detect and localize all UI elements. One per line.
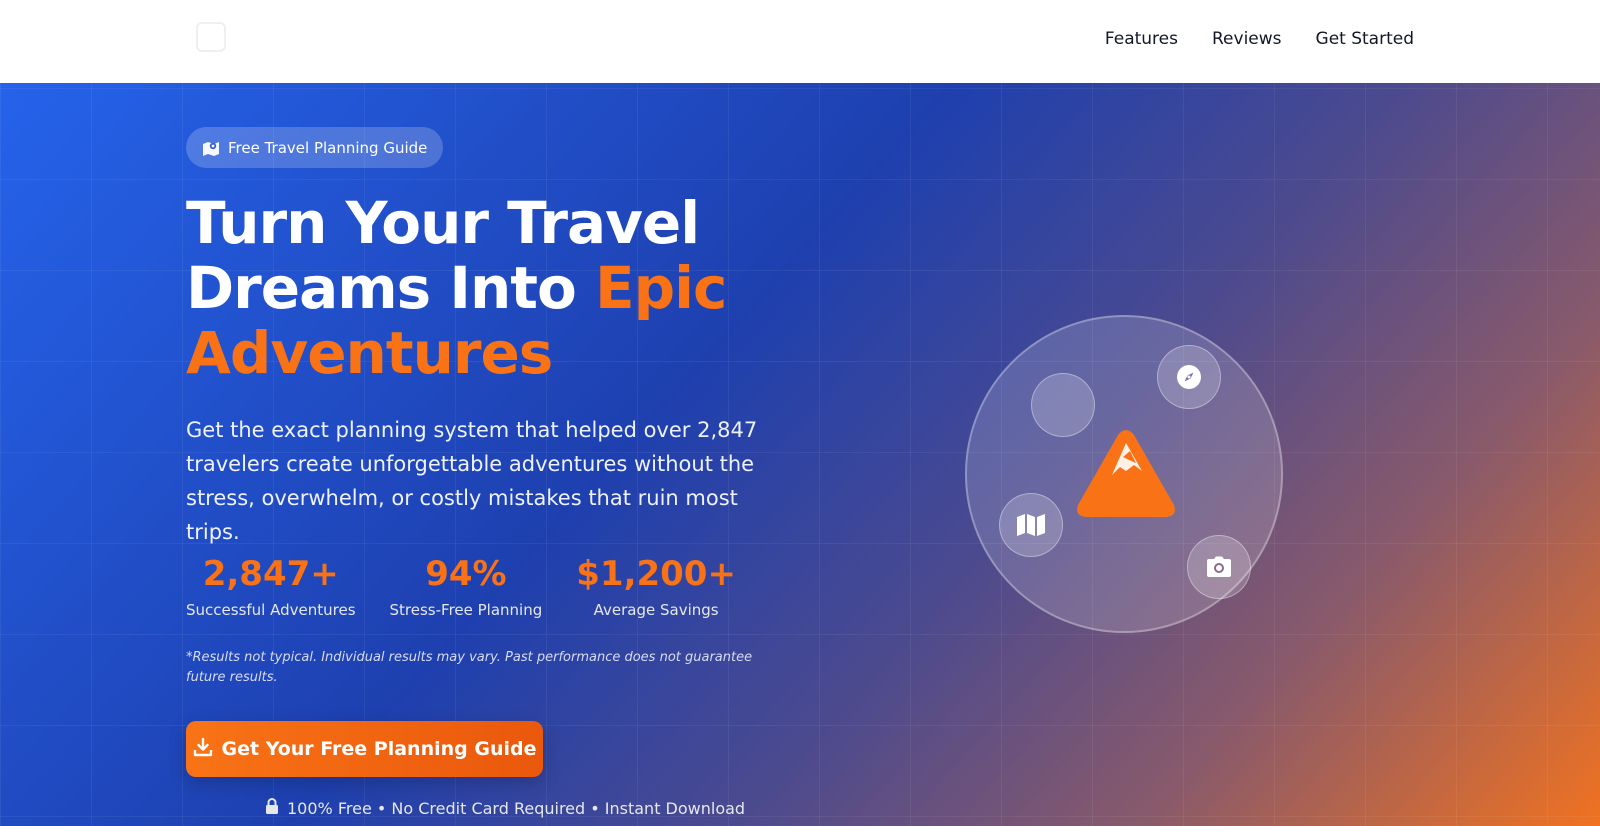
map-marker-icon	[202, 140, 220, 156]
stat-label: Successful Adventures	[186, 601, 356, 619]
stat-label: Average Savings	[593, 601, 719, 619]
nav-link-features[interactable]: Features	[1105, 29, 1178, 49]
stat-label: Stress-Free Planning	[389, 601, 543, 619]
hero-badge-label: Free Travel Planning Guide	[228, 138, 428, 157]
nav-links: Features Reviews Get Started	[1105, 29, 1414, 49]
navbar: Features Reviews Get Started	[0, 0, 1600, 83]
stat-stress-free: 94% Stress-Free Planning	[390, 553, 543, 619]
get-guide-button[interactable]: Get Your Free Planning Guide	[186, 721, 543, 777]
nav-link-reviews[interactable]: Reviews	[1212, 29, 1282, 49]
compass-icon	[1157, 345, 1221, 409]
stat-value: 2,847+	[202, 554, 339, 594]
nav-link-get-started[interactable]: Get Started	[1316, 29, 1414, 49]
hero-subtext: Get the exact planning system that helpe…	[186, 418, 758, 544]
travel-illustration	[965, 315, 1283, 633]
lock-icon	[265, 798, 279, 819]
get-guide-button-label: Get Your Free Planning Guide	[221, 738, 537, 760]
stat-value: 94%	[425, 554, 507, 594]
stat-savings: $1,200+ Average Savings	[576, 553, 736, 619]
stat-adventures: 2,847+ Successful Adventures	[186, 553, 356, 619]
mountain-icon	[1074, 427, 1178, 523]
hero-badge: Free Travel Planning Guide	[186, 127, 444, 168]
hero-section: Free Travel Planning Guide Turn Your Tra…	[0, 83, 1600, 826]
logo-mark-icon	[196, 22, 226, 52]
results-disclaimer: *Results not typical. Individual results…	[186, 650, 753, 685]
stats-row: 2,847+ Successful Adventures 94% Stress-…	[186, 553, 736, 619]
camera-icon	[1187, 535, 1251, 599]
stat-value: $1,200+	[576, 554, 736, 594]
download-icon	[193, 737, 213, 762]
hero-headline: Turn Your Travel Dreams Into Epic Advent…	[186, 191, 826, 386]
map-icon	[999, 493, 1063, 557]
assurance-text: 100% Free • No Credit Card Required • In…	[287, 799, 746, 818]
assurance-line: 100% Free • No Credit Card Required • In…	[265, 798, 745, 819]
logo[interactable]	[196, 20, 300, 54]
